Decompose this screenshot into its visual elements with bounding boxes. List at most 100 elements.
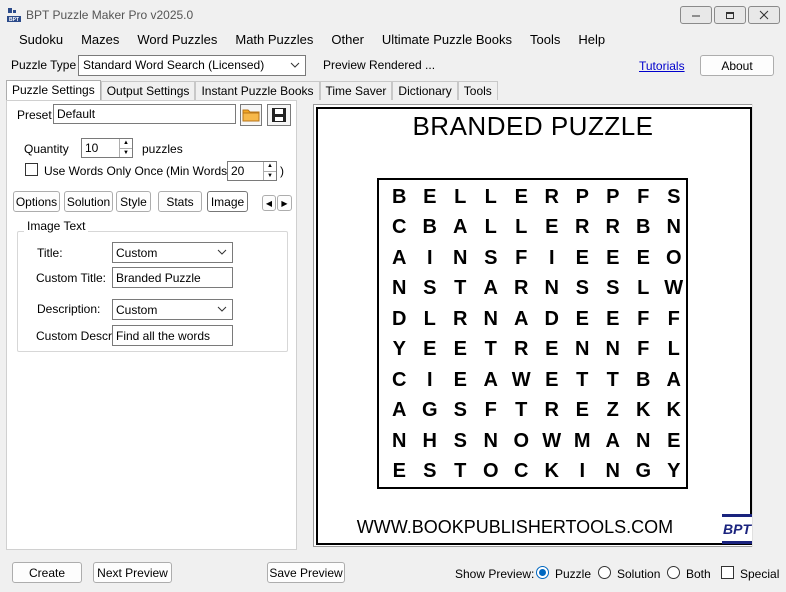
show-preview-label: Show Preview: [455,567,535,581]
radio-both[interactable] [667,566,680,579]
grid-cell: S [453,399,467,422]
tab-dictionary[interactable]: Dictionary [392,81,458,100]
spin-down-icon[interactable]: ▼ [264,170,276,181]
tab-time-saver[interactable]: Time Saver [319,81,393,100]
subtab-stats[interactable]: Stats [158,191,202,212]
subtab-style[interactable]: Style [116,191,151,212]
words-once-label: Use Words Only Once [44,164,164,178]
min-words-stepper[interactable]: 20 ▲ ▼ [227,161,277,181]
subtab-image[interactable]: Image [207,191,248,212]
create-button[interactable]: Create [12,562,82,583]
grid-cell: E [392,460,406,483]
next-preview-button[interactable]: Next Preview [93,562,172,583]
grid-cell: S [667,185,681,208]
quantity-stepper[interactable]: 10 ▲ ▼ [81,138,133,158]
quantity-suffix: puzzles [142,142,183,156]
tab-scroll-right-icon[interactable]: ▶ [277,195,292,211]
menu-sudoku[interactable]: Sudoku [10,30,72,50]
custom-descr-input[interactable]: Find all the words [112,325,233,346]
menu-mazes[interactable]: Mazes [72,30,128,50]
puzzle-type-select[interactable]: Standard Word Search (Licensed) [78,55,306,76]
preview-status: Preview Rendered ... [323,58,436,72]
grid-cell: N [636,429,651,452]
custom-descr-label: Custom Descr: [36,329,116,343]
radio-solution[interactable] [598,566,611,579]
grid-cell: E [575,399,589,422]
tab-scroll-left-icon[interactable]: ◀ [262,195,276,211]
grid-cell: S [575,277,589,300]
title-select[interactable]: Custom [112,242,233,263]
tab-instant-puzzle-books[interactable]: Instant Puzzle Books [195,81,320,100]
image-text-group-title: Image Text [24,219,89,233]
radio-puzzle-label: Puzzle [555,567,592,581]
puzzle-type-label: Puzzle Type [11,58,77,72]
preset-input[interactable]: Default [53,104,236,124]
description-select[interactable]: Custom [112,299,233,320]
puzzle-type-value: Standard Word Search (Licensed) [83,58,265,72]
grid-cell: D [544,307,559,330]
tutorials-link[interactable]: Tutorials [639,59,685,73]
grid-cell: R [514,277,529,300]
special-label: Special [740,567,780,581]
grid-cell: N [575,338,590,361]
subtab-options[interactable]: Options [13,191,60,212]
grid-cell: R [514,338,529,361]
grid-cell: G [421,399,438,422]
min-words-label: (Min Words: [166,164,231,178]
grid-cell: F [667,307,680,330]
grid-cell: Y [667,460,681,483]
subtab-solution[interactable]: Solution [64,191,113,212]
menu-help[interactable]: Help [569,30,614,50]
custom-title-input[interactable]: Branded Puzzle [112,267,233,288]
main-tabs: Puzzle Settings Output Settings Instant … [6,80,498,100]
save-preview-button[interactable]: Save Preview [267,562,345,583]
maximize-button[interactable] [714,6,746,24]
quantity-label: Quantity [24,142,69,156]
spin-up-icon[interactable]: ▲ [120,139,132,148]
open-folder-icon[interactable] [240,104,262,126]
grid-cell: Z [606,399,619,422]
menu-ultimate-puzzle-books[interactable]: Ultimate Puzzle Books [373,30,521,50]
tab-puzzle-settings[interactable]: Puzzle Settings [6,80,101,100]
close-button[interactable] [748,6,780,24]
grid-cell: O [513,429,530,452]
grid-cell: N [605,460,620,483]
menu-bar: Sudoku Mazes Word Puzzles Math Puzzles O… [0,29,786,50]
grid-cell: L [484,216,497,239]
words-once-checkbox[interactable] [25,163,38,176]
about-button[interactable]: About [700,55,774,76]
menu-other[interactable]: Other [322,30,373,50]
menu-tools[interactable]: Tools [521,30,569,50]
spin-down-icon[interactable]: ▼ [120,147,132,158]
description-label: Description: [37,302,101,316]
save-icon[interactable] [267,104,291,126]
grid-cell: L [667,338,680,361]
special-checkbox[interactable] [721,566,734,579]
grid-cell: E [667,429,681,452]
grid-cell: G [635,460,652,483]
grid-cell: E [423,338,437,361]
minimize-button[interactable] [680,6,712,24]
grid-cell: A [392,246,407,269]
tab-output-settings[interactable]: Output Settings [100,81,196,100]
grid-cell: B [392,185,407,208]
grid-cell: K [636,399,651,422]
grid-cell: N [392,277,407,300]
word-search-grid: BELLERPPFSCBALLERRBNAINSFIEEEONSTARNSSLW… [377,178,688,489]
grid-cell: O [482,460,499,483]
grid-cell: M [573,429,591,452]
preview-scrollbar[interactable] [752,104,770,547]
radio-puzzle[interactable] [536,566,549,579]
spin-up-icon[interactable]: ▲ [264,162,276,171]
tab-tools[interactable]: Tools [457,81,498,100]
grid-cell: S [484,246,498,269]
grid-cell: H [422,429,437,452]
grid-cell: L [637,277,650,300]
menu-word-puzzles[interactable]: Word Puzzles [128,30,226,50]
grid-cell: A [605,429,620,452]
grid-cell: F [637,307,650,330]
menu-math-puzzles[interactable]: Math Puzzles [226,30,322,50]
grid-cell: E [545,216,559,239]
min-words-close-paren: ) [280,164,284,178]
grid-cell: S [606,277,620,300]
